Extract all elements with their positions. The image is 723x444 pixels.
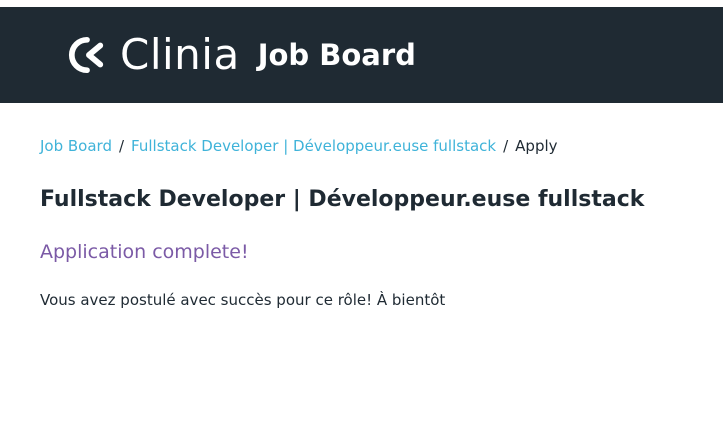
brand[interactable]: Clinia Job Board [68,7,416,103]
breadcrumb-current: Apply [515,137,558,155]
top-strip [0,0,723,7]
logo-wordmark: Clinia [120,30,240,79]
clinia-logo-icon [69,36,104,74]
breadcrumb: Job Board / Fullstack Developer | Développ… [40,135,703,157]
main-content: Job Board / Fullstack Developer | Développ… [0,135,723,311]
breadcrumb-link-job[interactable]: Fullstack Developer | Développeur.euse f… [131,137,496,155]
site-header: Clinia Job Board [0,7,723,103]
application-status-message: Vous avez postulé avec succès pour ce rô… [40,291,446,309]
board-title: Job Board [257,37,416,72]
job-title: Fullstack Developer | Développeur.euse f… [40,187,645,212]
breadcrumb-link-job-board[interactable]: Job Board [40,137,112,155]
breadcrumb-separator: / [118,137,125,155]
breadcrumb-separator: / [503,137,509,155]
application-status-heading: Application complete! [40,241,249,263]
